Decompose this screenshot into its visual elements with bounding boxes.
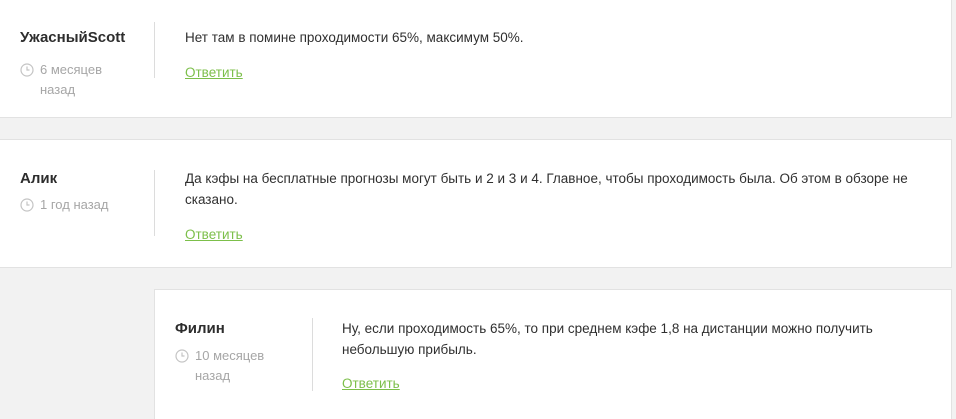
reply-link[interactable]: Ответить [185, 227, 243, 242]
comment-author[interactable]: УжасныйScott [20, 29, 130, 46]
comment-divider [154, 170, 155, 236]
comment-card: Алик 1 год назад Да кэфы на бесплатные п… [0, 139, 952, 268]
comment-time: 6 месяцев назад [20, 60, 130, 100]
clock-icon [175, 349, 189, 363]
comment-text: Ну, если проходимость 65%, то при средне… [342, 321, 873, 357]
comment-card-nested: Филин 10 месяцев назад Ну, если проходим… [154, 289, 952, 419]
comment-card: УжасныйScott 6 месяцев назад Нет там в п… [0, 0, 952, 118]
comment-text: Нет там в помине проходимости 65%, макси… [185, 30, 524, 45]
clock-icon [20, 63, 34, 77]
comment-meta: УжасныйScott 6 месяцев назад [20, 29, 130, 100]
comment-divider [154, 22, 155, 78]
comment-time: 1 год назад [20, 195, 140, 215]
comment-author[interactable]: Филин [175, 320, 285, 337]
comment-text: Да кэфы на бесплатные прогнозы могут быт… [185, 171, 908, 207]
comment-meta: Филин 10 месяцев назад [175, 320, 285, 386]
reply-link[interactable]: Ответить [185, 65, 243, 80]
comment-time-text: 10 месяцев назад [195, 348, 265, 383]
comment-author[interactable]: Алик [20, 170, 140, 187]
comment-time: 10 месяцев назад [175, 346, 285, 386]
comment-meta: Алик 1 год назад [20, 170, 140, 215]
comment-divider [312, 318, 313, 391]
comment-time-text: 1 год назад [40, 197, 109, 212]
clock-icon [20, 198, 34, 212]
comment-time-text: 6 месяцев назад [40, 62, 102, 97]
reply-link[interactable]: Ответить [342, 376, 400, 391]
